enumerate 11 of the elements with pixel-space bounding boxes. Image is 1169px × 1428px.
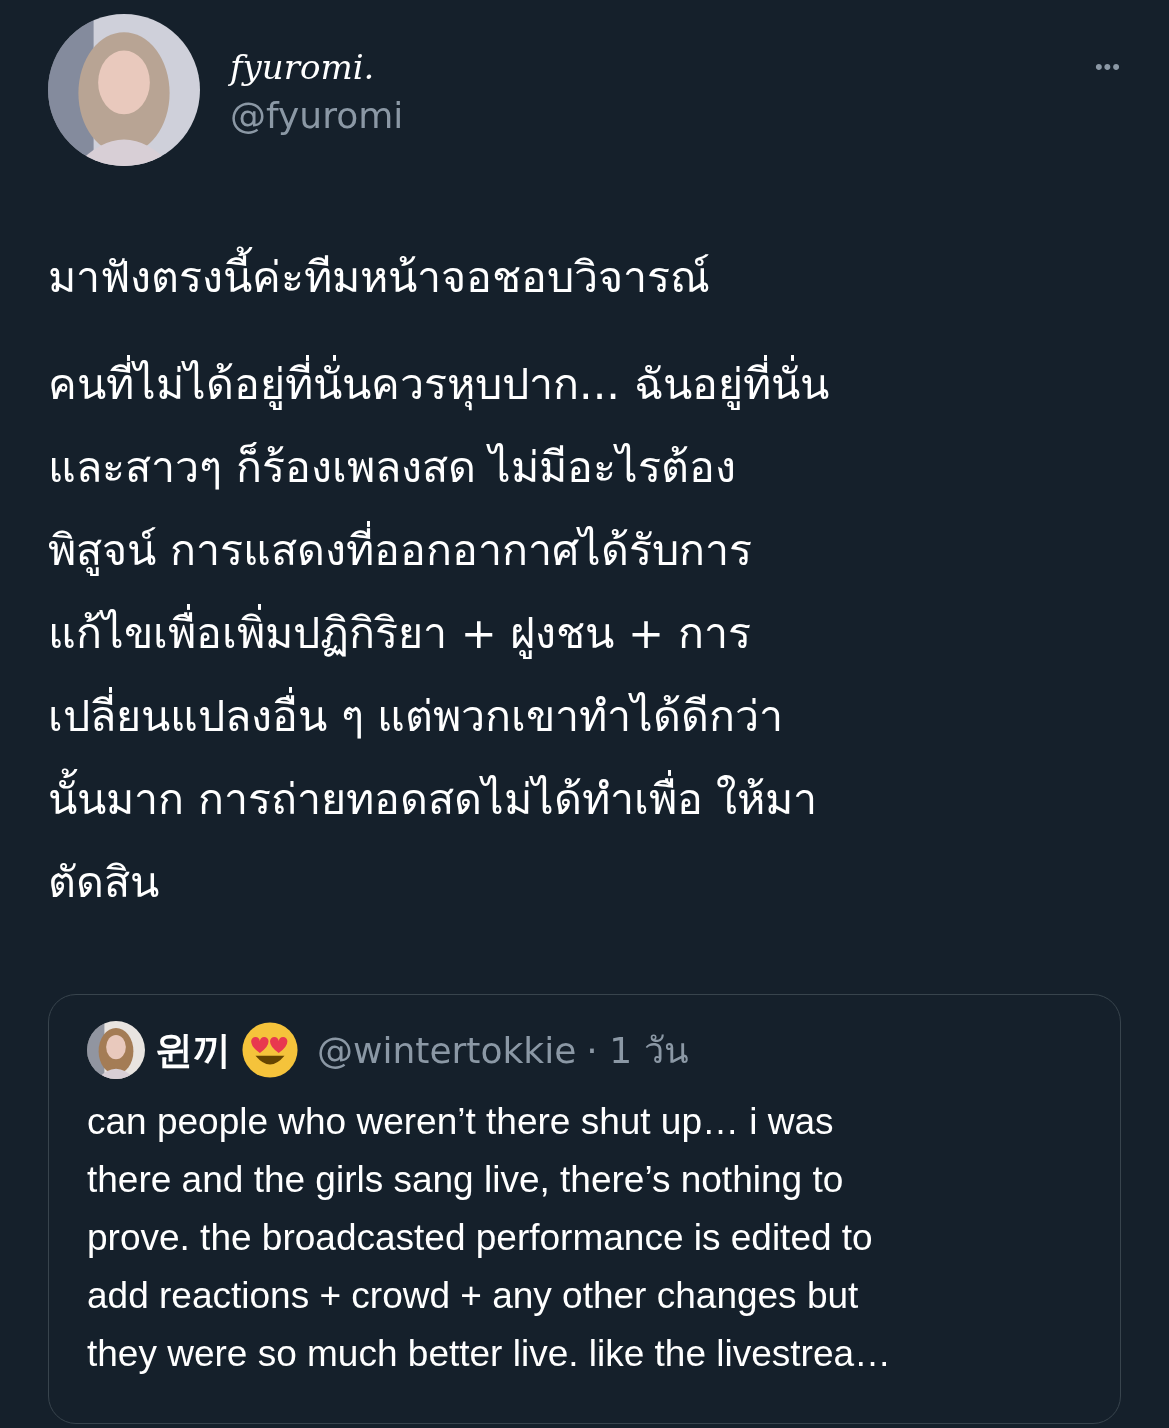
quoted-display-name: 윈끼 xyxy=(155,1026,231,1074)
quoted-user-handle: @wintertokkie xyxy=(317,1029,577,1071)
more-button[interactable]: ••• xyxy=(1094,54,1121,80)
display-name[interactable]: fyuromi. xyxy=(230,42,375,92)
timestamp: · 1 วัน xyxy=(586,1028,689,1073)
tweet-text: มาฟังตรงนี้ค่ะทีมหน้าจอชอบวิจารณ์ xyxy=(48,236,1121,319)
heart-eyes-emoji-icon xyxy=(241,1021,299,1079)
quoted-tweet-card[interactable] xyxy=(48,994,1121,1424)
tweet-text: คนที่ไม่ได้อยู่ที่นั่นควรหุบปาก... ฉันอยู่ที่นั่น และสาวๆ ก็ร้องเพลงสด ไม่มีอะไรต้อง พิสูจน์ การแสดงที่ออกอากาศได้รับการ แก้ไขเพื่อเพิ่มปฏิกิริยา + ฝูงชน + การ เปลี่ยนแปลงอื่น ๆ แต่พวกเขาทำได้ดีกว่า นั้นมาก การถ่ายทอดสดไม่ได้ทำเพื่อ ให้มา ตัดสิน xyxy=(48,343,1121,924)
quoted-tweet-text: can people who weren’t there shut up… i was there and the girls sang live, there’s nothing to prove. the broadcasted performance is edited to add reactions + crowd + any other changes but they were so much better live. like the livestrea… xyxy=(87,1100,893,1376)
user-handle[interactable]: @fyuromi xyxy=(230,92,404,140)
